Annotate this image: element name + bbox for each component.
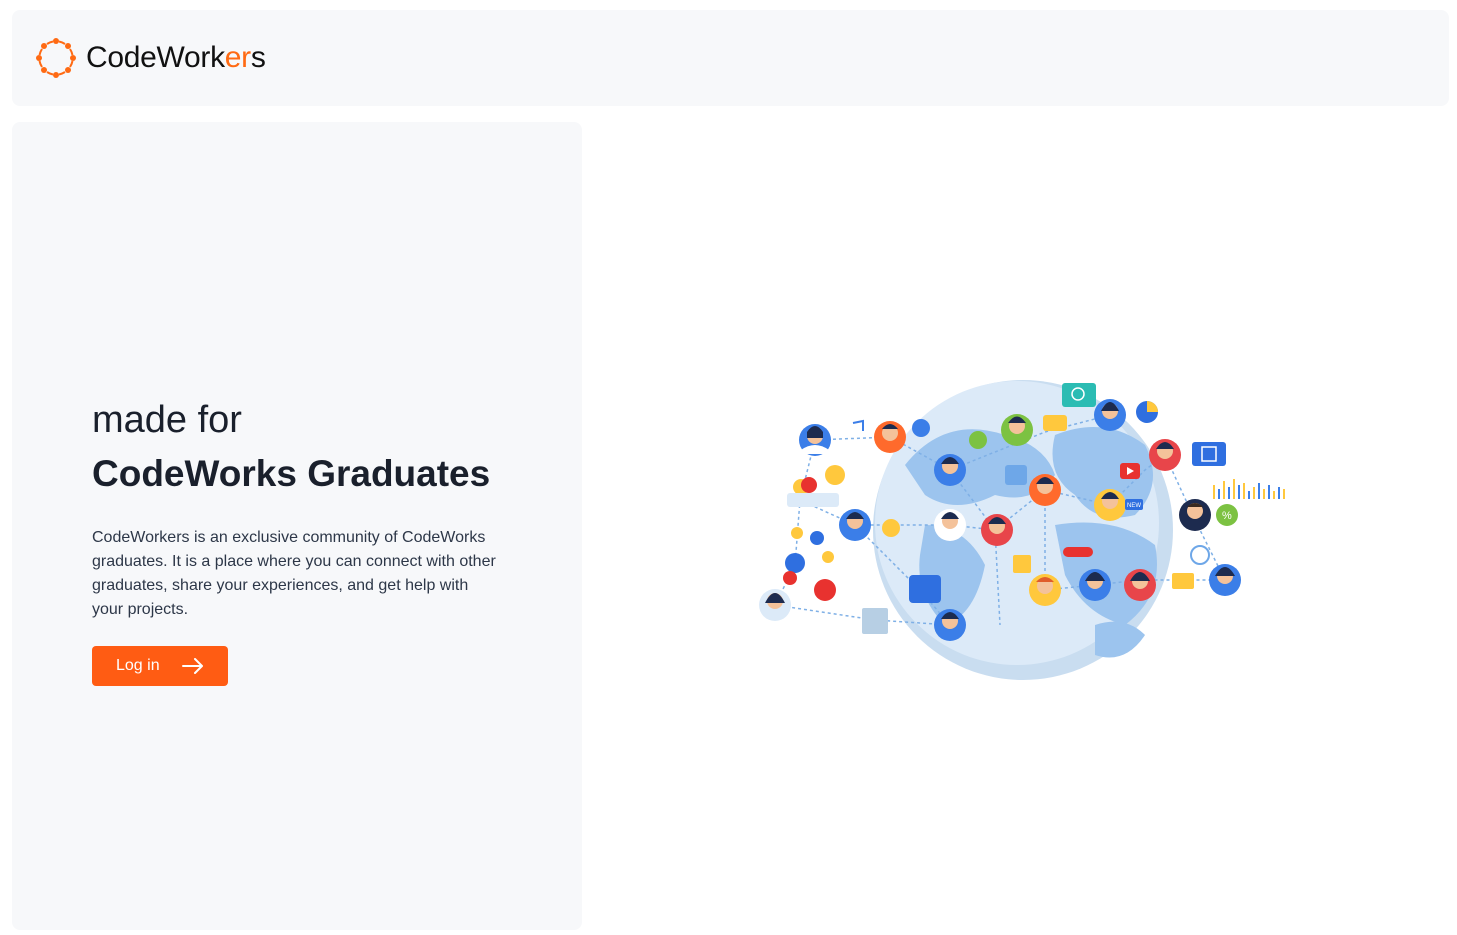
top-header: CodeWorkers [12,10,1449,106]
bar-chart-graphic [1213,479,1285,499]
hero-panel: made for CodeWorks Graduates CodeWorkers… [12,122,582,930]
brand-name: CodeWorkers [86,41,266,74]
brand-logo[interactable]: CodeWorkers [36,38,266,78]
svg-text:%: % [1222,510,1232,522]
hero-subheading: made for [92,399,242,441]
login-button[interactable]: Log in [92,646,228,686]
dotted-ring-logo-icon [36,38,76,78]
community-globe-illustration: NEW % [759,380,1285,680]
hero-headline: CodeWorks Graduates [92,453,491,494]
hero-content: made for CodeWorks Graduates CodeWorkers… [92,398,512,686]
arrow-right-icon [181,658,203,674]
new-badge: NEW [1127,503,1141,509]
login-button-label: Log in [116,657,160,674]
hero-description: CodeWorkers is an exclusive community of… [92,529,496,618]
